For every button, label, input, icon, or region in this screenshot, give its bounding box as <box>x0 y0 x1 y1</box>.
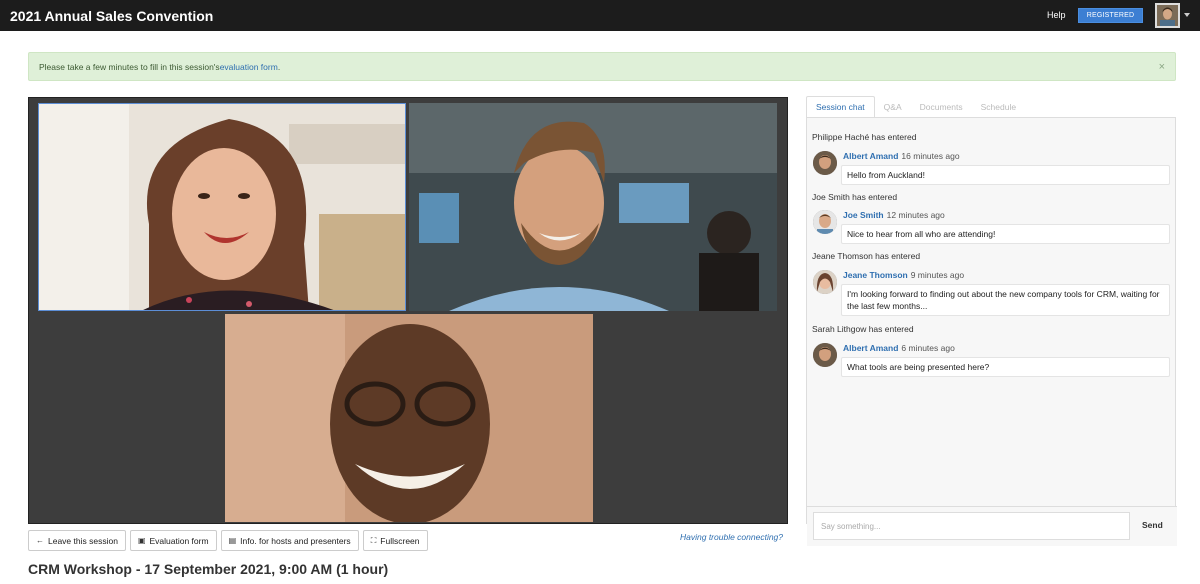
leave-session-label: Leave this session <box>48 535 118 546</box>
participant-1-video <box>39 104 405 310</box>
fullscreen-label: Fullscreen <box>380 535 420 546</box>
system-message: Sarah Lithgow has entered <box>812 324 914 334</box>
chat-panel: Session chat Q&A Documents Schedule Phil… <box>806 96 1177 546</box>
evaluation-form-button[interactable]: ▣ Evaluation form <box>129 530 217 551</box>
form-icon: ▣ <box>137 536 146 545</box>
message-text: I'm looking forward to finding out about… <box>841 284 1170 316</box>
message-header: Albert Amand 16 minutes ago <box>843 151 960 161</box>
avatar <box>813 343 837 367</box>
participant-3-video <box>225 314 593 522</box>
video-grid <box>28 97 788 524</box>
avatar <box>813 151 837 175</box>
session-controls: ← Leave this session ▣ Evaluation form ▤… <box>28 530 428 551</box>
message-time: 6 minutes ago <box>901 343 955 353</box>
system-message: Jeane Thomson has entered <box>812 251 921 261</box>
system-message: Joe Smith has entered <box>812 192 898 202</box>
message-text: Nice to hear from all who are attending! <box>841 224 1170 244</box>
chat-input[interactable]: Say something... <box>813 512 1130 540</box>
tab-qa[interactable]: Q&A <box>875 96 911 118</box>
chat-tabs: Session chat Q&A Documents Schedule <box>806 96 1176 118</box>
top-bar: 2021 Annual Sales Convention Help REGIST… <box>0 0 1200 31</box>
notice-text: Please take a few minutes to fill in thi… <box>39 61 220 72</box>
evaluation-form-label: Evaluation form <box>149 535 209 546</box>
sender-name[interactable]: Albert Amand <box>843 343 898 353</box>
evaluation-notice: Please take a few minutes to fill in thi… <box>28 52 1176 81</box>
session-title: CRM Workshop - 17 September 2021, 9:00 A… <box>28 561 389 577</box>
user-menu-caret-icon[interactable] <box>1184 13 1190 17</box>
video-tile-participant-1[interactable] <box>38 103 406 311</box>
host-info-button[interactable]: ▤ Info. for hosts and presenters <box>220 530 359 551</box>
chat-body: Philippe Haché has entered Albert Amand 1… <box>806 117 1177 546</box>
participant-2-video <box>409 103 777 311</box>
host-info-label: Info. for hosts and presenters <box>240 535 351 546</box>
notice-suffix: . <box>277 61 281 72</box>
help-link[interactable]: Help <box>1047 10 1066 20</box>
chat-input-bar: Say something... Send <box>807 506 1177 546</box>
tab-schedule[interactable]: Schedule <box>972 96 1025 118</box>
video-tile-participant-2[interactable] <box>409 103 777 311</box>
notice-close-icon[interactable]: × <box>1159 61 1165 73</box>
evaluation-form-link[interactable]: evaluation form <box>220 62 278 72</box>
user-avatar[interactable] <box>1155 3 1180 28</box>
leave-session-button[interactable]: ← Leave this session <box>28 530 126 551</box>
arrow-left-icon: ← <box>36 536 44 545</box>
presenter-icon: ▤ <box>228 536 237 545</box>
send-button[interactable]: Send <box>1142 520 1163 530</box>
message-text: What tools are being presented here? <box>841 357 1170 377</box>
app-title: 2021 Annual Sales Convention <box>10 7 214 24</box>
message-time: 16 minutes ago <box>901 151 960 161</box>
avatar <box>813 270 837 294</box>
video-tile-participant-3[interactable] <box>225 314 593 522</box>
sender-name[interactable]: Albert Amand <box>843 151 898 161</box>
message-time: 12 minutes ago <box>886 210 945 220</box>
message-text: Hello from Auckland! <box>841 165 1170 185</box>
message-header: Joe Smith 12 minutes ago <box>843 210 945 220</box>
system-message: Philippe Haché has entered <box>812 132 917 142</box>
message-header: Albert Amand 6 minutes ago <box>843 343 955 353</box>
fullscreen-icon: ⛶ <box>370 535 377 545</box>
tab-session-chat[interactable]: Session chat <box>806 96 875 118</box>
message-header: Jeane Thomson 9 minutes ago <box>843 270 964 280</box>
message-time: 9 minutes ago <box>910 270 965 280</box>
trouble-connecting-link[interactable]: Having trouble connecting? <box>680 532 783 542</box>
fullscreen-button[interactable]: ⛶ Fullscreen <box>362 530 428 551</box>
sender-name[interactable]: Joe Smith <box>843 210 884 220</box>
avatar <box>813 210 837 234</box>
registered-button[interactable]: REGISTERED <box>1078 8 1143 23</box>
tab-documents[interactable]: Documents <box>911 96 972 118</box>
sender-name[interactable]: Jeane Thomson <box>843 270 908 280</box>
